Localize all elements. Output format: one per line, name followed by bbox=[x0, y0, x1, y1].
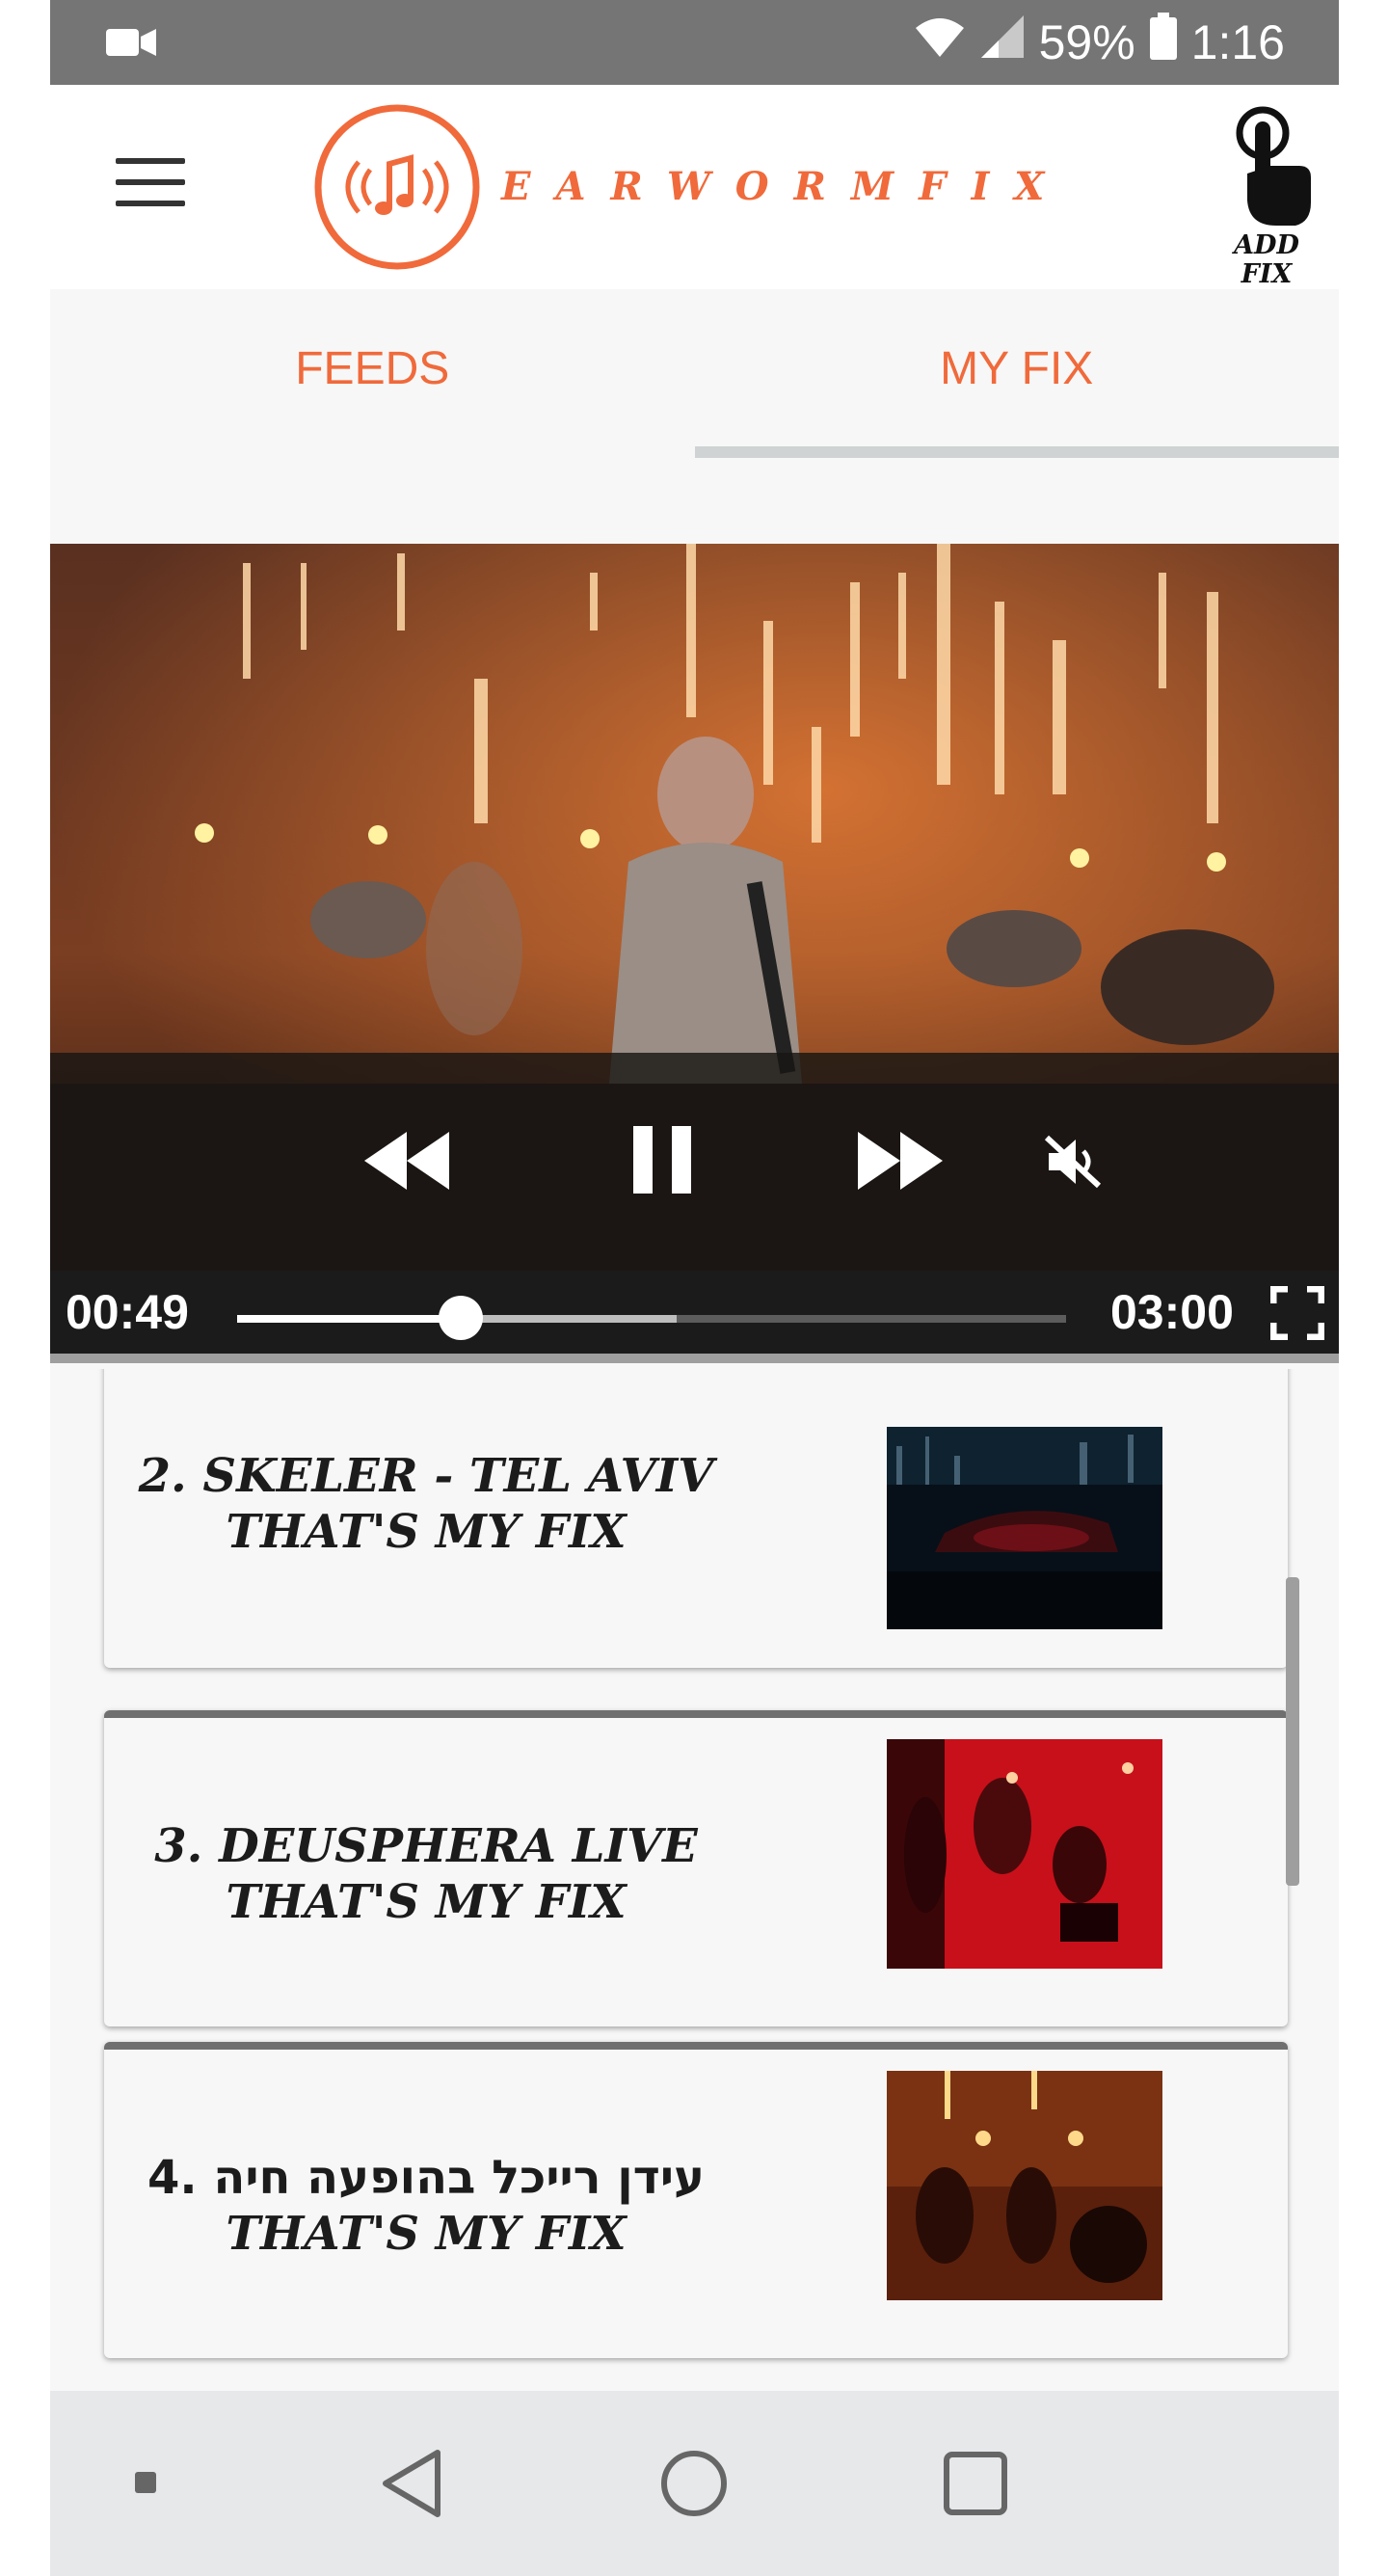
item-subtitle: THAT'S MY FIX bbox=[226, 1505, 627, 1559]
wifi-icon bbox=[914, 14, 966, 70]
battery-percent: 59% bbox=[1038, 15, 1135, 69]
app-screen: 59% 1:16 EARWORMFIX ADD FIX FEEDS MY FIX… bbox=[50, 0, 1339, 2576]
logo: EARWORMFIX bbox=[312, 102, 1044, 272]
video-camera-icon bbox=[104, 25, 158, 65]
item-thumbnail bbox=[887, 2071, 1162, 2300]
hand-pointer-icon bbox=[1236, 106, 1311, 226]
tab-bar: FEEDS MY FIX bbox=[50, 289, 1339, 458]
fast-forward-icon[interactable] bbox=[854, 1126, 947, 1200]
seek-thumb[interactable] bbox=[439, 1296, 484, 1340]
mute-icon[interactable] bbox=[1044, 1134, 1105, 1194]
tab-feeds[interactable]: FEEDS bbox=[50, 289, 695, 458]
playlist: 2. SKELER - TEL AVIV THAT'S MY FIX 3. DE… bbox=[50, 1369, 1339, 2391]
list-item[interactable]: 2. SKELER - TEL AVIV THAT'S MY FIX bbox=[104, 1369, 1288, 1668]
item-title: 2. SKELER - TEL AVIV bbox=[138, 1449, 714, 1503]
status-time: 1:16 bbox=[1190, 15, 1285, 69]
list-item[interactable]: 3. DEUSPHERA LIVE THAT'S MY FIX bbox=[104, 1710, 1288, 2026]
item-thumbnail bbox=[887, 1427, 1162, 1629]
item-subtitle: THAT'S MY FIX bbox=[226, 2207, 627, 2261]
item-subtitle: THAT'S MY FIX bbox=[226, 1875, 627, 1929]
seek-played bbox=[237, 1315, 462, 1323]
system-nav-bar bbox=[50, 2391, 1339, 2576]
earworm-logo-icon bbox=[314, 104, 480, 270]
pause-icon[interactable] bbox=[631, 1122, 693, 1202]
rewind-icon[interactable] bbox=[360, 1126, 453, 1200]
add-fix-label: ADD FIX bbox=[1234, 230, 1299, 289]
seek-track[interactable] bbox=[237, 1296, 1066, 1340]
video-player[interactable]: 00:49 03:00 bbox=[50, 544, 1339, 1363]
tab-my-fix[interactable]: MY FIX bbox=[694, 289, 1340, 458]
duration: 03:00 bbox=[1110, 1285, 1234, 1339]
fullscreen-icon[interactable] bbox=[1269, 1285, 1325, 1345]
player-controls bbox=[50, 1053, 1339, 1271]
seek-bar-area: 00:49 03:00 bbox=[50, 1271, 1339, 1363]
current-time: 00:49 bbox=[66, 1285, 189, 1339]
add-fix-button[interactable]: ADD FIX bbox=[1214, 106, 1320, 289]
item-thumbnail bbox=[887, 1739, 1162, 1969]
back-icon[interactable] bbox=[364, 2435, 461, 2532]
battery-icon bbox=[1149, 13, 1178, 72]
app-header: EARWORMFIX ADD FIX bbox=[50, 85, 1339, 289]
home-icon[interactable] bbox=[646, 2435, 742, 2532]
dot-icon[interactable] bbox=[98, 2435, 195, 2532]
item-title: עידן רייכל בהופעה חיה .4 bbox=[147, 2151, 705, 2205]
logo-wordmark: EARWORMFIX bbox=[501, 164, 1070, 209]
list-item[interactable]: עידן רייכל בהופעה חיה .4 THAT'S MY FIX bbox=[104, 2042, 1288, 2358]
recents-icon[interactable] bbox=[927, 2435, 1024, 2532]
scroll-indicator[interactable] bbox=[1286, 1577, 1299, 1886]
signal-icon bbox=[979, 13, 1026, 71]
item-title: 3. DEUSPHERA LIVE bbox=[154, 1819, 698, 1873]
hamburger-menu-icon[interactable] bbox=[116, 158, 185, 212]
status-bar: 59% 1:16 bbox=[50, 0, 1339, 85]
